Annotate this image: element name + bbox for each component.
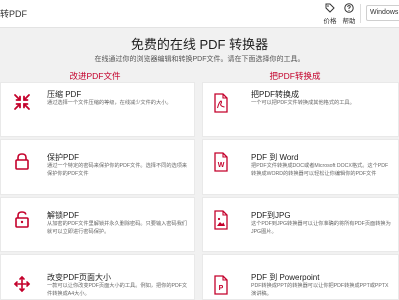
tool-card-pdf-to-word[interactable]: W PDF 到 Word 把PDF文件转换成DOC或者Microsoft DOC… [202, 139, 399, 195]
pdf-file-icon [214, 93, 228, 113]
brand-logo[interactable]: 转PDF [0, 7, 27, 20]
tool-card-unlock-pdf[interactable]: 解锁PDF 从加密的PDF文件里解锁并永久删除密码。只要输入密码我们就可以立即进… [0, 197, 195, 252]
tool-title: PDF 到 Word [251, 153, 299, 162]
page-title: 免费的在线 PDF 转换器 [130, 37, 269, 52]
tool-title: 改变PDF页面大小 [47, 273, 111, 282]
image-file-icon [214, 210, 228, 230]
tool-description: PDF转换成PPT的转换器可以让你把PDF转换成PPT或PPTX演讲稿。 [251, 283, 389, 297]
svg-text:W: W [218, 162, 225, 169]
top-bar: 转PDF 价格 帮助 Windows [0, 0, 399, 28]
platform-button[interactable]: Windows [366, 5, 399, 21]
tool-title: 把PDF转换成 [251, 90, 299, 99]
tool-title: 压缩 PDF [47, 90, 82, 99]
tool-description: 从加密的PDF文件里解锁并永久删除密码。只要输入密码我们就可以立即进行密码保护。 [47, 221, 188, 235]
tool-description: 通过选择一个文件压缩的等级，在线减少文件的大小。 [47, 100, 172, 106]
help-nav-button[interactable]: 帮助 [338, 3, 360, 25]
tool-card-pdf-to-jpg[interactable]: PDF到JPG 这个PDF到JPG转换器可以让你准确的将所有PDF页面转换为JP… [202, 197, 399, 252]
resize-icon [13, 275, 31, 293]
powerpoint-file-icon: P [214, 275, 228, 295]
unlock-icon [15, 211, 29, 228]
tag-icon [325, 3, 335, 13]
tool-card-pdf-to[interactable]: 把PDF转换成 一个可以把PDF文件转换成其他格式的工具。 [202, 82, 399, 137]
tool-description: 这个PDF到JPG转换器可以让你准确的将所有PDF页面转换为JPG图片。 [251, 221, 391, 235]
compress-icon [14, 94, 30, 110]
tool-description: 一款可以让你改变PDF页面大小的工具。例如，把你的PDF文件转换成A4大小。 [47, 283, 188, 297]
tool-card-resize-pdf[interactable]: 改变PDF页面大小 一款可以让你改变PDF页面大小的工具。例如，把你的PDF文件… [0, 254, 195, 300]
tool-title: PDF 到 Powerpoint [251, 273, 320, 282]
tool-description: 把PDF文件转换成DOC或者Microsoft DOCX格式。这个PDF转换成W… [251, 163, 389, 177]
divider [360, 4, 361, 23]
page-subtitle: 在线通过你的浏览器编辑和转换PDF文件。请在下面选择你的工具。 [94, 56, 305, 63]
improve-pdf-heading: 改进PDF文件 [69, 71, 121, 81]
word-file-icon: W [214, 152, 228, 172]
tool-card-protect-pdf[interactable]: 保护PDF 通过一个特定的密码来保护你的PDF文件。选择不同的选项来保护你的PD… [0, 139, 195, 195]
svg-text:P: P [219, 285, 224, 292]
help-icon [344, 3, 354, 13]
tool-description: 通过一个特定的密码来保护你的PDF文件。选择不同的选项来保护你的PDF文件 [47, 163, 188, 177]
tool-title: 解锁PDF [47, 211, 79, 220]
lock-icon [15, 153, 29, 170]
convert-from-pdf-heading: 把PDF转换成 [269, 71, 321, 81]
tool-title: PDF到JPG [251, 211, 291, 220]
tool-card-compress-pdf[interactable]: 压缩 PDF 通过选择一个文件压缩的等级，在线减少文件的大小。 [0, 82, 195, 137]
help-label: 帮助 [342, 18, 356, 25]
tool-card-pdf-to-powerpoint[interactable]: P PDF 到 Powerpoint PDF转换成PPT的转换器可以让你把PDF… [202, 254, 399, 300]
tool-title: 保护PDF [47, 153, 79, 162]
tool-description: 一个可以把PDF文件转换成其他格式的工具。 [251, 100, 355, 106]
